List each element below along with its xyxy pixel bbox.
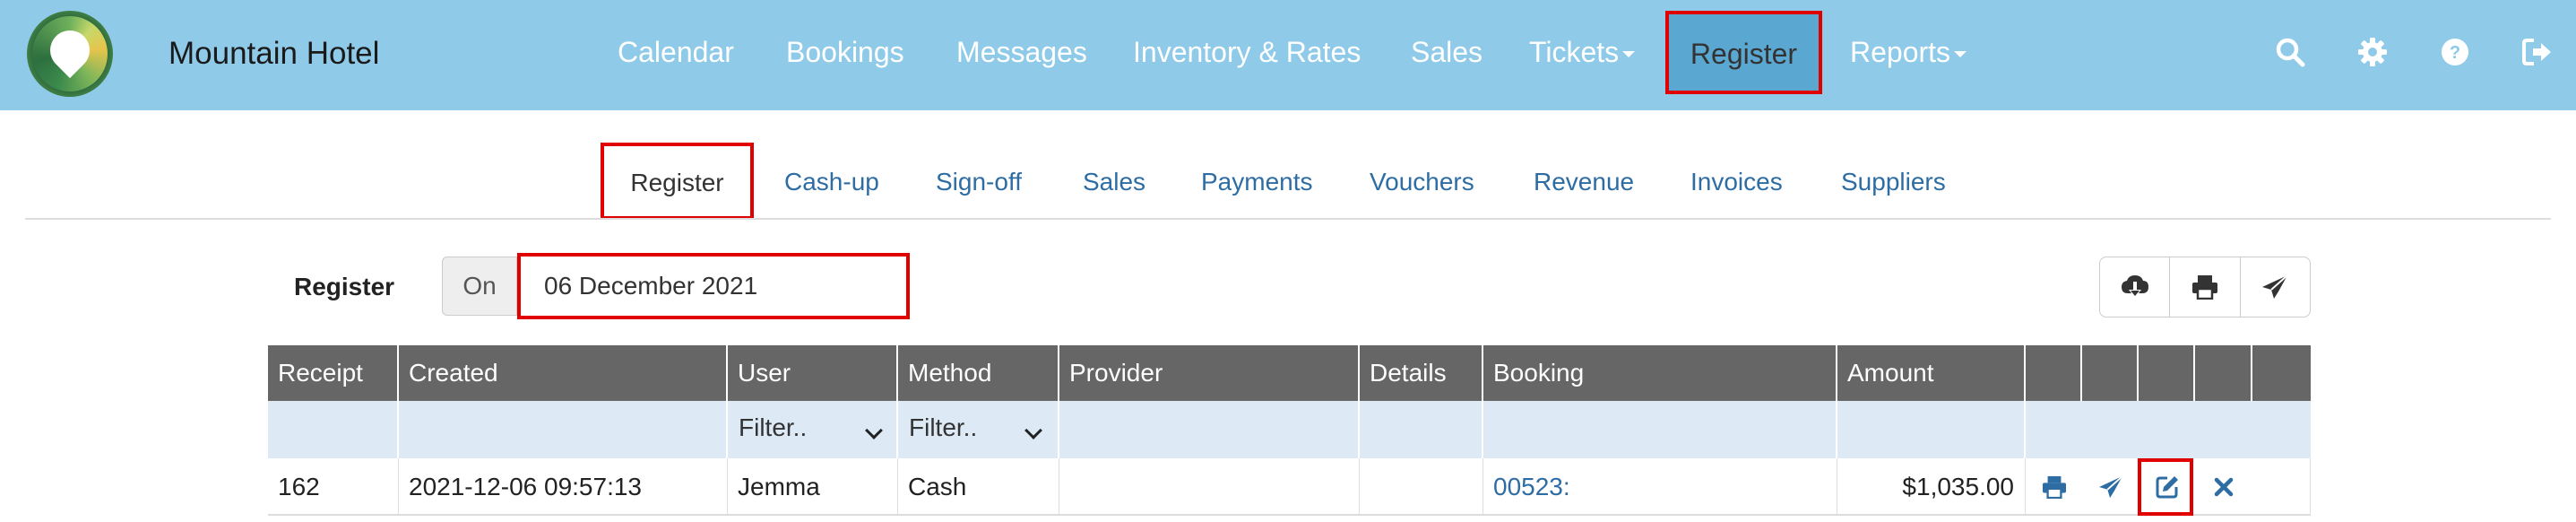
col-action-5 bbox=[2252, 345, 2311, 401]
row-send-button[interactable] bbox=[2082, 458, 2139, 516]
provider-cell bbox=[1059, 458, 1360, 516]
nav-inventory-rates[interactable]: Inventory & Rates bbox=[1133, 36, 1361, 69]
col-details[interactable]: Details bbox=[1360, 345, 1483, 401]
download-button[interactable] bbox=[2100, 257, 2171, 317]
register-toolbar bbox=[2099, 257, 2311, 318]
top-navbar: Mountain Hotel Calendar Bookings Message… bbox=[0, 0, 2576, 110]
caret-down-icon bbox=[1954, 51, 1967, 58]
col-action-4 bbox=[2195, 345, 2252, 401]
created-cell: 2021-12-06 09:57:13 bbox=[399, 458, 728, 516]
nav-bookings[interactable]: Bookings bbox=[786, 36, 904, 69]
chevron-down-icon bbox=[1024, 422, 1042, 439]
gear-icon[interactable] bbox=[2356, 36, 2389, 68]
user-cell: Jemma bbox=[728, 458, 898, 516]
edit-highlight bbox=[2138, 458, 2193, 516]
subtab-invoices[interactable]: Invoices bbox=[1690, 168, 1783, 196]
send-button[interactable] bbox=[2241, 257, 2310, 317]
row-print-button[interactable] bbox=[2026, 458, 2082, 516]
filter-row: Filter.. Filter.. bbox=[268, 401, 2311, 458]
print-button[interactable] bbox=[2170, 257, 2241, 317]
subtab-sign-off[interactable]: Sign-off bbox=[936, 168, 1022, 196]
nav-tickets-dropdown[interactable]: Tickets bbox=[1529, 36, 1636, 69]
print-icon bbox=[2191, 275, 2217, 300]
send-icon bbox=[2098, 475, 2123, 499]
col-booking[interactable]: Booking bbox=[1483, 345, 1837, 401]
booking-link[interactable]: 00523: bbox=[1483, 458, 1837, 516]
col-action-3 bbox=[2139, 345, 2195, 401]
subtab-cash-up[interactable]: Cash-up bbox=[784, 168, 879, 196]
method-filter-select[interactable]: Filter.. bbox=[898, 401, 1059, 458]
receipt-cell: 162 bbox=[268, 458, 399, 516]
nav-register[interactable]: Register bbox=[1665, 11, 1822, 94]
nav-register-label: Register bbox=[1690, 38, 1798, 70]
user-filter-select[interactable]: Filter.. bbox=[728, 401, 898, 458]
col-created[interactable]: Created bbox=[399, 345, 728, 401]
nav-messages[interactable]: Messages bbox=[956, 36, 1087, 69]
col-receipt[interactable]: Receipt bbox=[268, 345, 399, 401]
subtab-register[interactable]: Register bbox=[601, 143, 754, 220]
hotel-logo[interactable] bbox=[27, 11, 113, 97]
nav-tickets-label: Tickets bbox=[1529, 36, 1620, 68]
subtab-register-label: Register bbox=[630, 169, 724, 196]
table-row: 162 2021-12-06 09:57:13 Jemma Cash 00523… bbox=[268, 458, 2311, 516]
register-date-input[interactable]: 06 December 2021 bbox=[517, 253, 910, 319]
amount-cell: $1,035.00 bbox=[1837, 458, 2026, 516]
brand-name[interactable]: Mountain Hotel bbox=[169, 36, 379, 72]
details-cell bbox=[1360, 458, 1483, 516]
nav-reports-label: Reports bbox=[1850, 36, 1951, 68]
cloud-download-icon bbox=[2121, 275, 2148, 298]
send-icon bbox=[2262, 274, 2288, 299]
subtabs-divider bbox=[25, 218, 2551, 220]
col-amount[interactable]: Amount bbox=[1837, 345, 2026, 401]
nav-reports-dropdown[interactable]: Reports bbox=[1850, 36, 1967, 69]
caret-down-icon bbox=[1622, 51, 1636, 58]
help-icon[interactable]: ? bbox=[2439, 36, 2471, 68]
subtab-sales[interactable]: Sales bbox=[1083, 168, 1145, 196]
col-action-2 bbox=[2082, 345, 2139, 401]
logout-icon[interactable] bbox=[2521, 36, 2554, 68]
subtab-vouchers[interactable]: Vouchers bbox=[1370, 168, 1474, 196]
subtab-payments[interactable]: Payments bbox=[1201, 168, 1313, 196]
close-icon bbox=[2214, 477, 2234, 497]
nav-calendar[interactable]: Calendar bbox=[618, 36, 734, 69]
nav-sales[interactable]: Sales bbox=[1411, 36, 1482, 69]
method-cell: Cash bbox=[898, 458, 1059, 516]
col-user[interactable]: User bbox=[728, 345, 898, 401]
col-action-1 bbox=[2026, 345, 2082, 401]
svg-text:?: ? bbox=[2450, 43, 2460, 63]
user-filter-value: Filter.. bbox=[739, 413, 808, 441]
table-header: Receipt Created User Method Provider Det… bbox=[268, 345, 2311, 401]
method-filter-value: Filter.. bbox=[909, 413, 978, 441]
col-provider[interactable]: Provider bbox=[1059, 345, 1360, 401]
print-icon bbox=[2042, 475, 2066, 499]
subtab-revenue[interactable]: Revenue bbox=[1534, 168, 1634, 196]
row-delete-button[interactable] bbox=[2195, 458, 2252, 516]
chevron-down-icon bbox=[865, 422, 883, 439]
register-label: Register bbox=[294, 273, 395, 300]
subtab-suppliers[interactable]: Suppliers bbox=[1841, 168, 1946, 196]
col-method[interactable]: Method bbox=[898, 345, 1059, 401]
search-icon[interactable] bbox=[2274, 36, 2306, 68]
on-addon: On bbox=[442, 257, 517, 316]
